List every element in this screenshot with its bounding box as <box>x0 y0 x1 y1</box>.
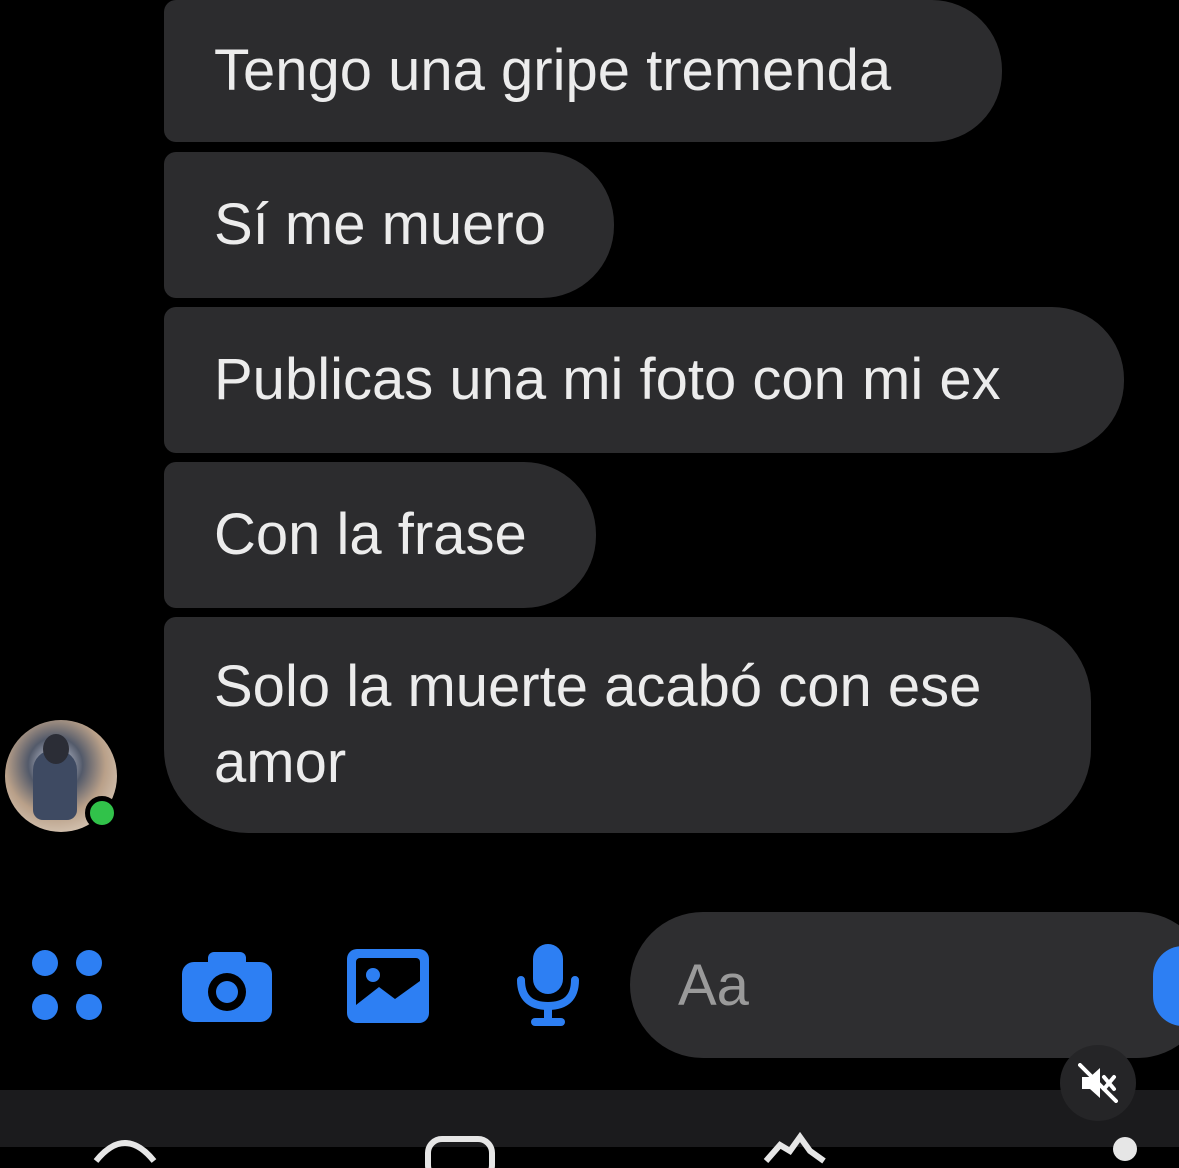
message-input-placeholder: Aa <box>678 952 749 1018</box>
speaker-muted-icon <box>1078 1063 1118 1103</box>
message-text: Tengo una gripe tremenda <box>214 38 892 103</box>
message-bubble[interactable]: Solo la muerte acabó con ese amor <box>164 617 1091 833</box>
contact-avatar[interactable] <box>5 720 119 832</box>
chat-tab-icon[interactable] <box>90 1128 160 1168</box>
message-bubble[interactable]: Tengo una gripe tremenda <box>164 0 1002 142</box>
message-thread: Tengo una gripe tremenda Sí me muero Pub… <box>0 0 1179 900</box>
microphone-icon[interactable] <box>515 942 581 1028</box>
avatar-photo-head <box>43 734 69 764</box>
more-tab-icon[interactable] <box>1110 1128 1140 1168</box>
message-text: Con la frase <box>214 502 527 567</box>
message-text: Publicas una mi foto con mi ex <box>214 347 1001 412</box>
message-text: Sí me muero <box>214 192 546 257</box>
mute-button[interactable] <box>1060 1045 1136 1121</box>
online-status-indicator <box>85 796 119 830</box>
message-input[interactable]: Aa <box>630 912 1179 1058</box>
message-text: Solo la muerte acabó con ese amor <box>214 654 982 795</box>
photo-gallery-icon[interactable] <box>345 947 431 1025</box>
bottom-navigation-bar <box>0 1090 1179 1147</box>
message-bubble[interactable]: Con la frase <box>164 462 596 608</box>
discover-tab-icon[interactable] <box>760 1128 830 1168</box>
message-bubble[interactable]: Publicas una mi foto con mi ex <box>164 307 1124 453</box>
message-bubble[interactable]: Sí me muero <box>164 152 614 298</box>
camera-icon[interactable] <box>180 950 274 1024</box>
people-tab-icon[interactable] <box>424 1128 496 1168</box>
apps-grid-icon[interactable] <box>30 948 106 1024</box>
